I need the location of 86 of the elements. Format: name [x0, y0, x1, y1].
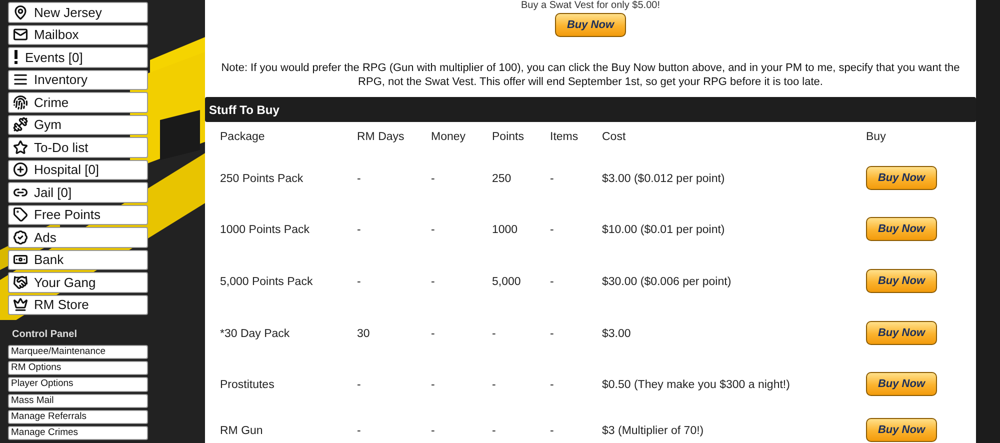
table-cell: 1000 [492, 224, 518, 236]
buy-now-button[interactable]: Buy Now [866, 217, 937, 242]
table-cell: - [431, 379, 435, 392]
tag-icon [13, 207, 28, 222]
table-cell: - [492, 379, 496, 392]
table-cell: - [550, 424, 554, 437]
dumbbell-icon [13, 117, 28, 132]
column-header: Points [492, 131, 525, 143]
column-header: Money [431, 131, 467, 143]
promo-text: Buy a Swat Vest for only $5.00! [521, 0, 660, 11]
table-cell: - [492, 328, 496, 340]
table-cell: RM Gun [220, 424, 263, 437]
table-cell: $0.50 (They make you $300 a night!) [602, 379, 790, 392]
crown-icon [13, 297, 28, 312]
table-cell: $10.00 ($0.01 per point) [602, 224, 725, 236]
sidebar-item[interactable]: New Jersey [8, 2, 148, 22]
table-cell: 30 [357, 328, 370, 340]
table-cell: - [357, 424, 361, 437]
table-cell: - [357, 276, 361, 288]
fingerprint-icon [13, 94, 28, 110]
sidebar-item[interactable]: Free Points [8, 204, 148, 225]
sidebar-item[interactable]: Crime [8, 92, 148, 112]
sidebar-item[interactable]: Mailbox [8, 24, 148, 45]
badge-icon [13, 230, 28, 245]
control-panel-link[interactable]: Manage Crimes [8, 426, 148, 440]
buy-now-button[interactable]: Buy Now [866, 418, 937, 442]
table-cell: - [550, 328, 554, 340]
table-cell: - [431, 276, 435, 288]
buy-now-button[interactable]: Buy Now [866, 166, 937, 190]
table-cell: $3.00 [602, 328, 631, 340]
table-cell: 250 Points Pack [220, 172, 304, 185]
table-cell: - [550, 276, 554, 288]
note-text: Note: If you would prefer the RPG (Gun with multiplier of 100), you can click the Buy Now button above, and in your PM to me, specify that you want the RPG, not the Swat Vest. This offer will end September 1st, so get your RPG before it is too late. [220, 61, 961, 89]
table-cell: - [357, 172, 361, 185]
sidebar-item[interactable]: To-Do list [8, 137, 148, 158]
control-panel-heading: Control Panel [12, 329, 78, 340]
plus-circle-icon [13, 162, 28, 178]
buy-now-button[interactable]: Buy Now [866, 268, 937, 293]
buy-now-button[interactable]: Buy Now [555, 13, 626, 37]
table-cell: - [550, 379, 554, 392]
control-panel-link[interactable]: Player Options [8, 377, 148, 392]
column-header: Buy [866, 131, 887, 143]
sidebar-item[interactable]: Jail [0] [8, 182, 148, 202]
table-cell: - [492, 424, 496, 437]
sidebar-item[interactable]: Events [0] [8, 47, 148, 68]
sidebar-item[interactable]: Hospital [0] [8, 160, 148, 180]
table-cell: - [550, 172, 554, 185]
control-panel-link[interactable]: Manage Referrals [8, 410, 148, 424]
table-cell: - [357, 379, 361, 392]
column-header: Items [550, 131, 580, 143]
table-cell: - [550, 224, 554, 236]
control-panel-link[interactable]: Marquee/Maintenance [8, 345, 148, 360]
control-panel-link[interactable]: RM Options [8, 361, 148, 376]
table-cell: 5,000 Points Pack [220, 276, 313, 288]
table-cell: - [431, 424, 435, 437]
sidebar-item[interactable]: Bank [8, 250, 148, 270]
table-cell: $3.00 ($0.012 per point) [602, 172, 725, 185]
sidebar-item[interactable]: Inventory [8, 70, 148, 90]
table-cell: 1000 Points Pack [220, 224, 310, 236]
exclamation-icon [13, 50, 19, 64]
table-cell: - [357, 224, 361, 236]
table-cell: - [431, 224, 435, 236]
column-header: Package [220, 131, 266, 143]
table-cell: - [431, 172, 435, 185]
table-cell: *30 Day Pack [220, 328, 290, 340]
column-header: RM Days [357, 131, 406, 143]
mail-icon [13, 27, 28, 42]
buy-now-button[interactable]: Buy Now [866, 372, 937, 396]
sidebar-item[interactable]: Gym [8, 114, 148, 135]
section-header: Stuff To Buy [205, 97, 976, 122]
table-cell: $30.00 ($0.006 per point) [602, 276, 732, 288]
table-cell: Prostitutes [220, 379, 274, 392]
handshake-icon [13, 274, 28, 290]
control-panel-link[interactable]: Mass Mail [8, 394, 148, 408]
sidebar-item[interactable]: RM Store [8, 294, 148, 315]
table-cell: 250 [492, 172, 512, 185]
star-icon [13, 140, 28, 155]
sidebar-item[interactable]: Your Gang [8, 272, 148, 292]
map-pin-icon [13, 4, 28, 20]
table-cell: $3 (Multiplier of 70!) [602, 424, 704, 437]
column-header: Cost [602, 131, 627, 143]
buy-now-button[interactable]: Buy Now [866, 320, 937, 345]
sidebar-item[interactable]: Ads [8, 227, 148, 248]
list-icon [13, 72, 28, 88]
table-cell: 5,000 [492, 276, 521, 288]
table-cell: - [431, 328, 435, 340]
